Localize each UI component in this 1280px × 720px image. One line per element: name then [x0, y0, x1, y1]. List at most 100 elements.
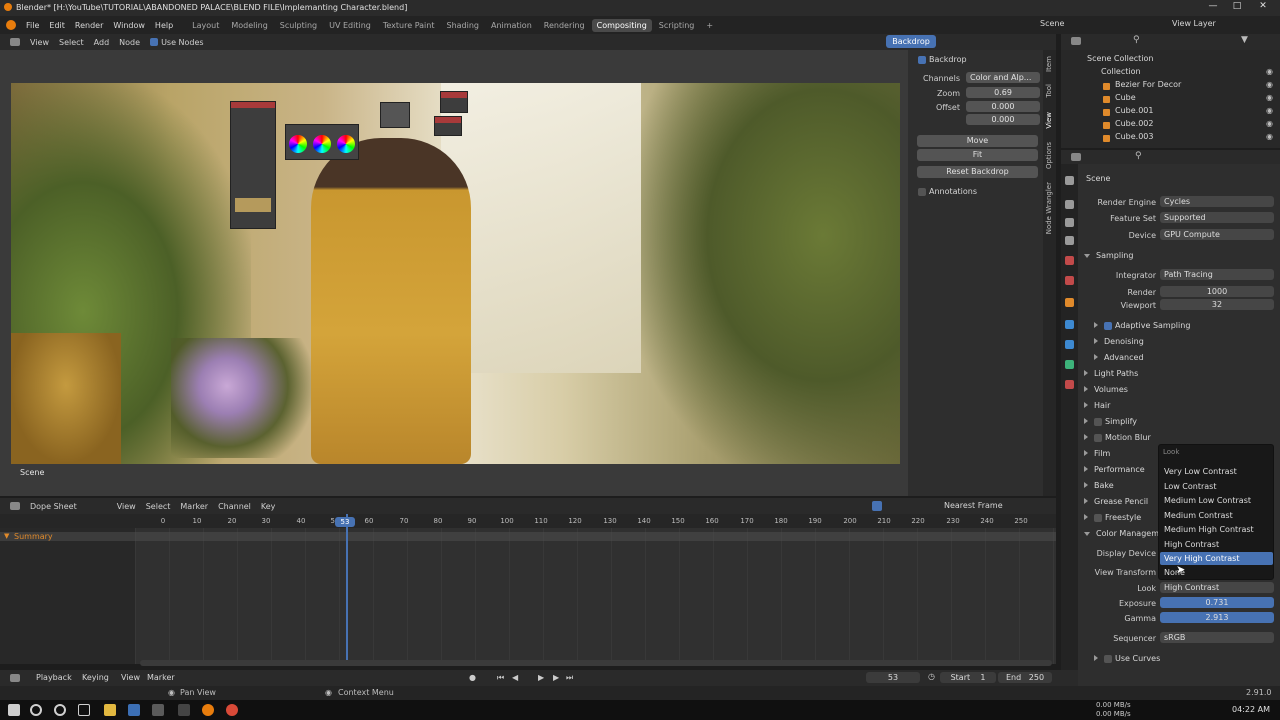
output-tab-icon[interactable]	[1065, 218, 1074, 227]
particles-tab-icon[interactable]	[1065, 340, 1074, 349]
ds-menu-marker[interactable]: Marker	[180, 502, 208, 511]
eye-icon[interactable]: ◉	[1266, 91, 1273, 104]
eye-icon[interactable]: ◉	[1266, 130, 1273, 143]
frame-ruler[interactable]: 0 10 20 30 40 50 60 70 80 90 100 110 120…	[0, 514, 1056, 528]
look-option[interactable]: Very Low Contrast	[1160, 465, 1273, 478]
render-samples-field[interactable]: 1000	[1160, 286, 1274, 297]
performance-panel[interactable]: Performance	[1084, 465, 1145, 474]
blender-menu-icon[interactable]	[6, 20, 16, 30]
scene-selector[interactable]: Scene	[1040, 19, 1064, 28]
maximize-icon[interactable]: □	[1230, 1, 1244, 11]
timeline-menu-view[interactable]: View	[121, 673, 140, 682]
look-dropdown[interactable]: High Contrast	[1160, 582, 1274, 593]
sequencer-dropdown[interactable]: sRGB	[1160, 632, 1274, 643]
eye-icon[interactable]: ◉	[1266, 104, 1273, 117]
timeline-menu-marker[interactable]: Marker	[147, 673, 175, 682]
backdrop-panel-toggle[interactable]: Backdrop	[918, 55, 967, 64]
modifiers-tab-icon[interactable]	[1065, 320, 1074, 329]
checkbox-icon[interactable]	[1094, 417, 1102, 426]
editor-type-icon[interactable]	[10, 674, 20, 682]
checkbox-icon[interactable]	[1104, 654, 1112, 663]
task-view-icon[interactable]	[78, 704, 90, 716]
physics-tab-icon[interactable]	[1065, 360, 1074, 369]
tab-tool[interactable]: Tool	[1045, 84, 1053, 98]
node-menu-view[interactable]: View	[30, 38, 49, 47]
outliner-item[interactable]: Cube ◉	[1061, 91, 1280, 104]
motion-blur-panel[interactable]: Motion Blur	[1084, 433, 1151, 442]
sampling-panel[interactable]: Sampling	[1084, 251, 1133, 260]
color-wheel-gamma-icon[interactable]	[313, 135, 331, 153]
volumes-panel[interactable]: Volumes	[1084, 385, 1128, 394]
outliner-item[interactable]: Cube.001 ◉	[1061, 104, 1280, 117]
playhead[interactable]	[346, 514, 348, 664]
color-wheel-gain-icon[interactable]	[337, 135, 355, 153]
editor-type-icon[interactable]	[10, 38, 20, 46]
look-option[interactable]: Low Contrast	[1160, 480, 1273, 493]
tab-sculpting[interactable]: Sculpting	[275, 19, 322, 32]
search-icon[interactable]: ⚲	[1135, 151, 1142, 161]
freestyle-panel[interactable]: Freestyle	[1084, 513, 1141, 522]
render-engine-dropdown[interactable]: Cycles	[1160, 196, 1274, 207]
hair-panel[interactable]: Hair	[1084, 401, 1110, 410]
dopesheet-keyframe-area[interactable]	[135, 528, 1056, 664]
filter-icon[interactable]: ▼	[1241, 35, 1248, 45]
file-explorer-icon[interactable]	[104, 704, 116, 716]
menu-file[interactable]: File	[26, 21, 39, 30]
ds-menu-key[interactable]: Key	[261, 502, 276, 511]
integrator-dropdown[interactable]: Path Tracing	[1160, 269, 1274, 280]
move-button[interactable]: Move	[917, 135, 1038, 147]
outliner-collection[interactable]: Collection ◉	[1061, 65, 1280, 78]
blender-taskbar-icon[interactable]	[202, 704, 214, 716]
horizontal-scrollbar[interactable]	[140, 660, 1052, 666]
exposure-field[interactable]: 0.731	[1160, 597, 1274, 608]
play-icon[interactable]: ▶	[538, 673, 544, 682]
material-tab-icon[interactable]	[1065, 380, 1074, 389]
menu-window[interactable]: Window	[113, 21, 145, 30]
tab-view[interactable]: View	[1045, 112, 1053, 129]
tab-rendering[interactable]: Rendering	[539, 19, 590, 32]
view-layer-tab-icon[interactable]	[1065, 236, 1074, 245]
record-icon[interactable]: ●	[469, 673, 476, 682]
search-icon[interactable]	[30, 704, 42, 716]
color-balance-node[interactable]	[285, 124, 359, 160]
checkbox-icon[interactable]	[1104, 321, 1112, 330]
app-icon[interactable]	[128, 704, 140, 716]
tab-compositing[interactable]: Compositing	[591, 18, 652, 32]
current-frame-field[interactable]: 53	[866, 672, 920, 683]
view-layer-selector[interactable]: View Layer	[1172, 19, 1216, 28]
editor-type-icon[interactable]	[10, 502, 20, 510]
app-icon[interactable]	[178, 704, 190, 716]
annotations-panel-toggle[interactable]: Annotations	[918, 187, 977, 196]
end-frame-field[interactable]: End 250	[998, 672, 1052, 683]
tab-animation[interactable]: Animation	[486, 19, 537, 32]
look-option[interactable]: High Contrast	[1160, 538, 1273, 551]
eye-icon[interactable]: ◉	[1266, 117, 1273, 130]
reset-backdrop-button[interactable]: Reset Backdrop	[917, 166, 1038, 178]
tab-modeling[interactable]: Modeling	[226, 19, 272, 32]
summary-channel[interactable]: ▼ Summary	[0, 532, 1056, 541]
device-dropdown[interactable]: GPU Compute	[1160, 229, 1274, 240]
node-menu-node[interactable]: Node	[119, 38, 140, 47]
menu-help[interactable]: Help	[155, 21, 173, 30]
jump-start-icon[interactable]: ⏮	[497, 673, 504, 683]
light-paths-panel[interactable]: Light Paths	[1084, 369, 1138, 378]
chrome-icon[interactable]	[226, 704, 238, 716]
current-frame-indicator[interactable]: 53	[335, 517, 355, 527]
editor-type-icon[interactable]	[1071, 153, 1081, 161]
channels-dropdown[interactable]: Color and Alp...	[966, 72, 1040, 83]
composite-node[interactable]	[440, 91, 468, 113]
checkbox-icon[interactable]	[1094, 513, 1102, 522]
tab-options[interactable]: Options	[1045, 142, 1053, 169]
outliner-item[interactable]: Cube.003 ◉	[1061, 130, 1280, 143]
feature-set-dropdown[interactable]: Supported	[1160, 212, 1274, 223]
node-menu-add[interactable]: Add	[94, 38, 110, 47]
look-option[interactable]: Medium Contrast	[1160, 509, 1273, 522]
gamma-field[interactable]: 2.913	[1160, 612, 1274, 623]
tab-item[interactable]: Item	[1045, 56, 1053, 72]
world-tab-icon[interactable]	[1065, 276, 1074, 285]
start-frame-field[interactable]: Start 1	[940, 672, 996, 683]
denoising-panel[interactable]: Denoising	[1094, 337, 1144, 346]
viewport-samples-field[interactable]: 32	[1160, 299, 1274, 310]
eye-icon[interactable]: ◉	[1266, 78, 1273, 91]
outliner-item[interactable]: Bezier For Decor ◉	[1061, 78, 1280, 91]
